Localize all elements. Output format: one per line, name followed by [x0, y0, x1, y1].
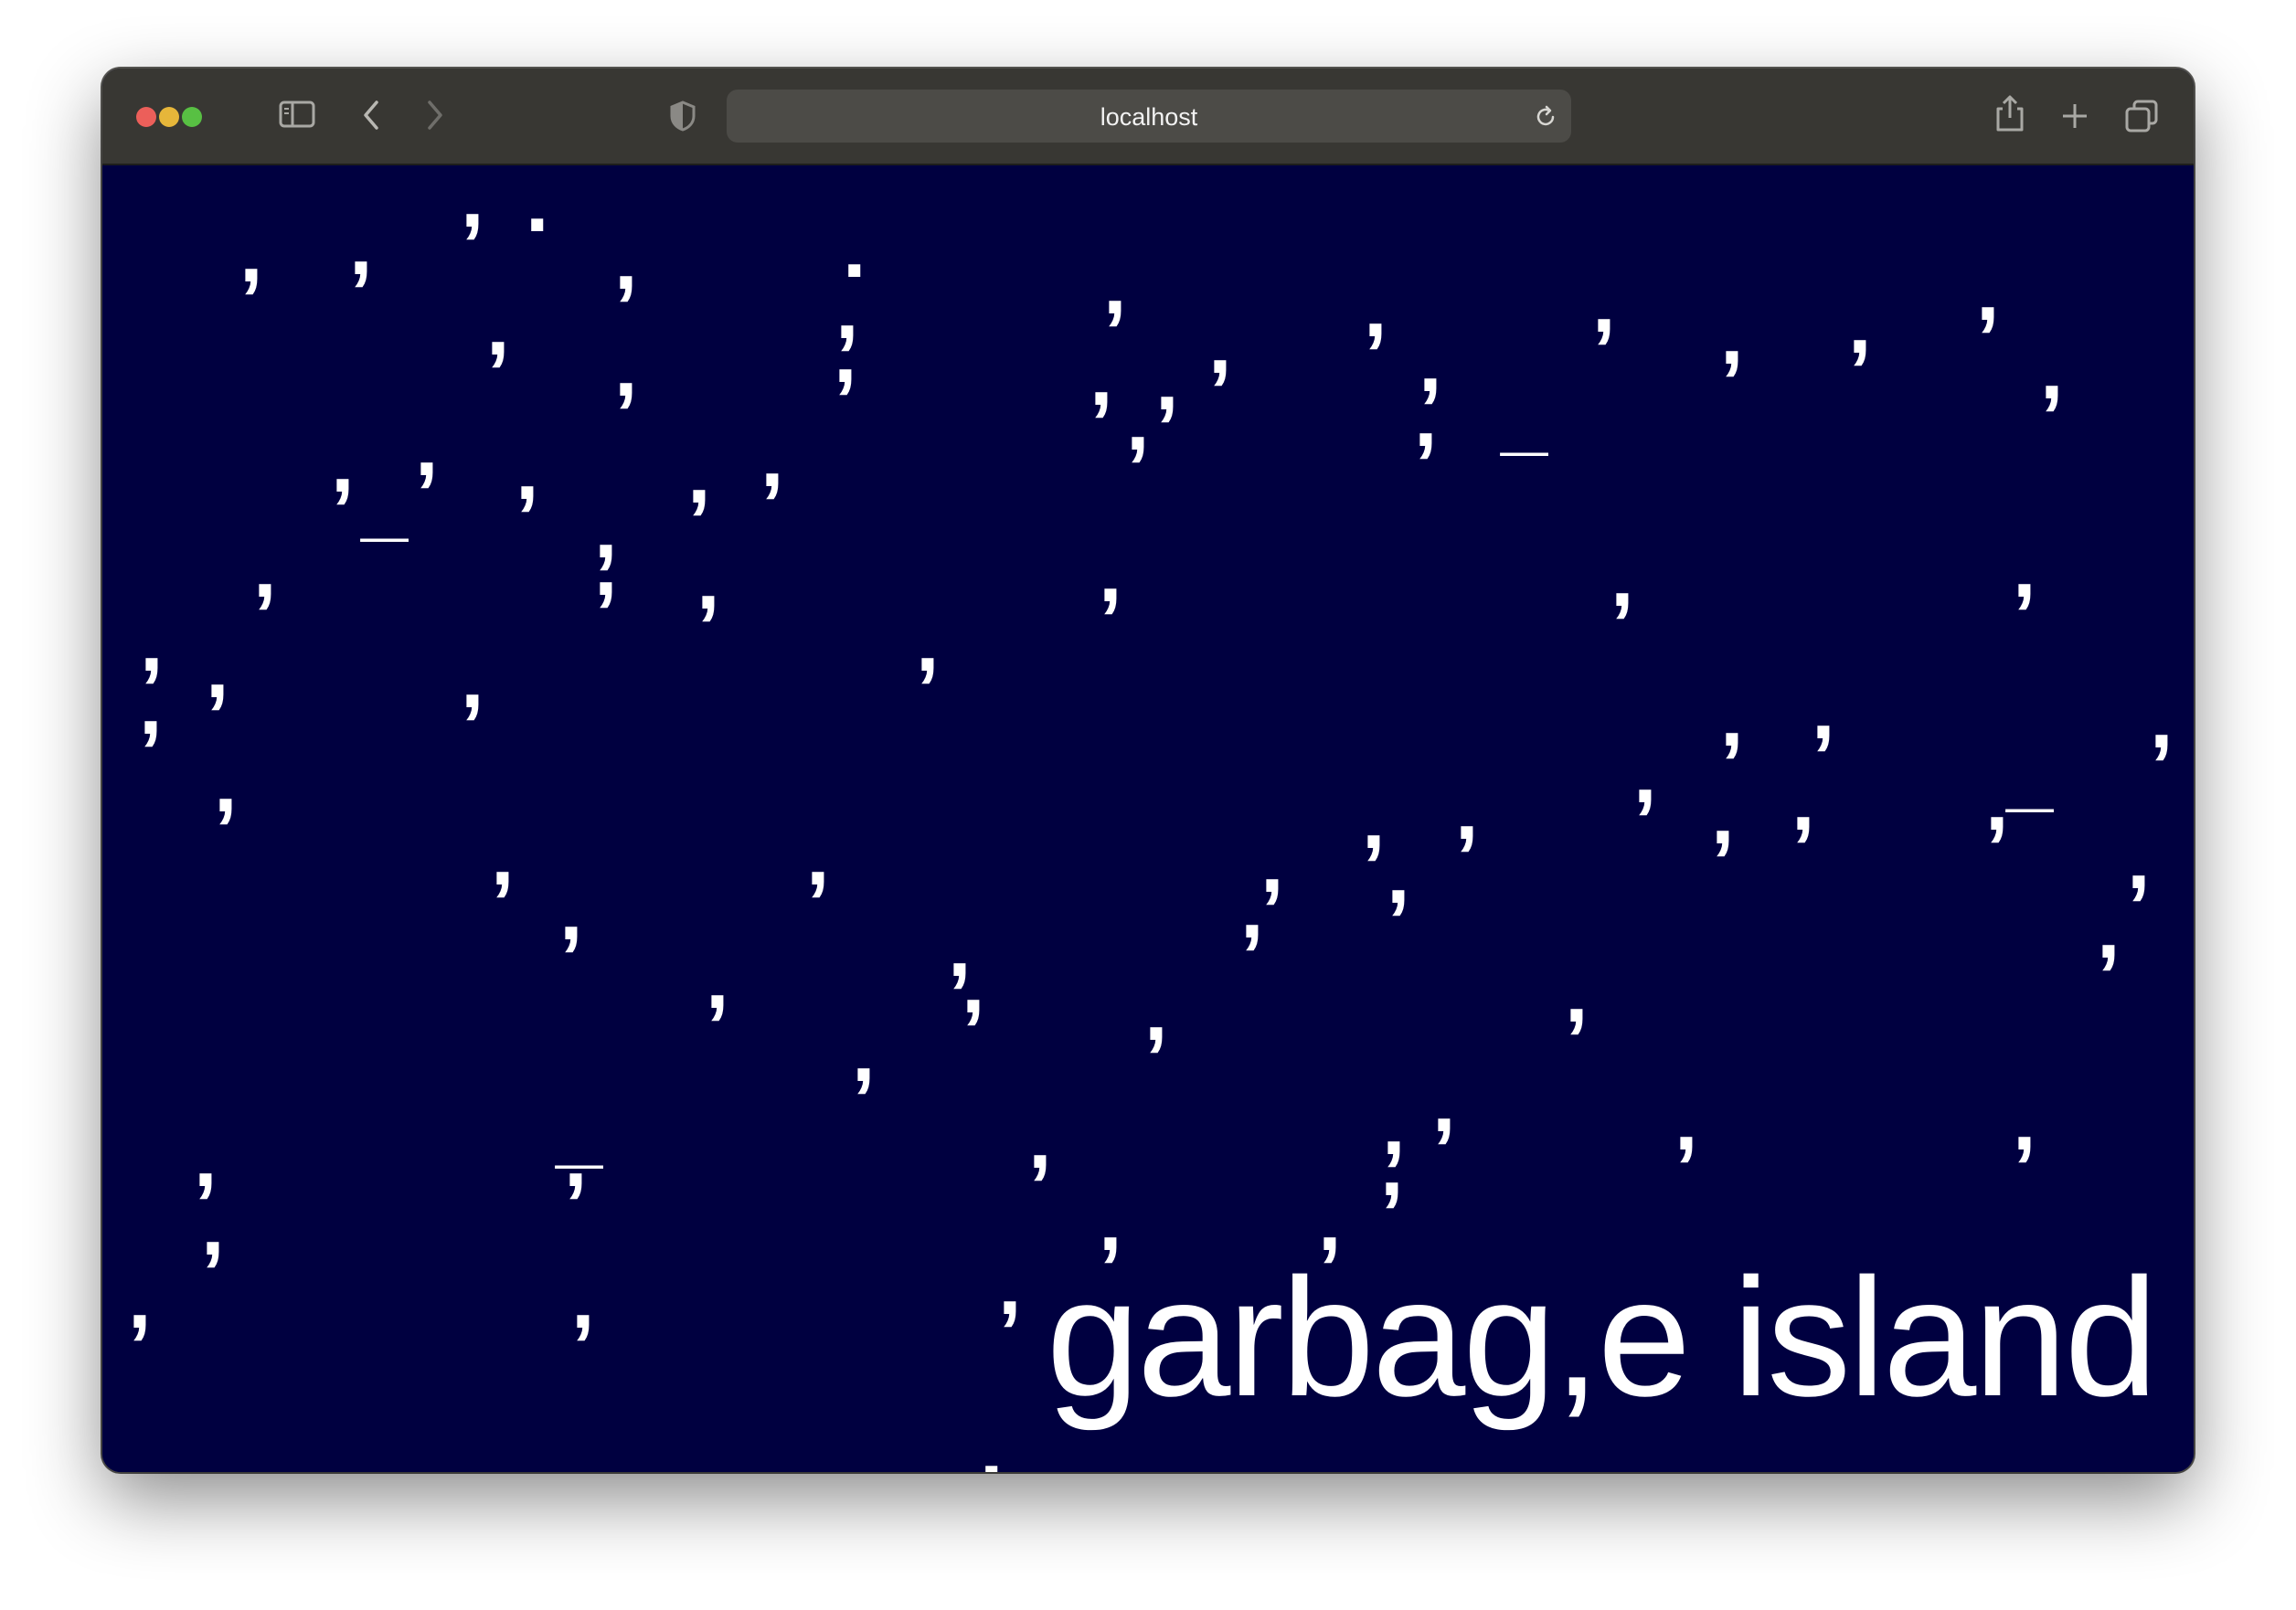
falling-comma: , [1455, 764, 1479, 857]
falling-comma: , [1812, 663, 1835, 757]
falling-comma: , [614, 214, 638, 307]
falling-comma: , [1848, 278, 1872, 371]
falling-comma: , [1364, 261, 1387, 355]
falling-comma: , [916, 596, 940, 689]
falling-comma: , [139, 659, 163, 752]
falling-comma: , [1099, 526, 1122, 620]
plus-icon[interactable] [2061, 102, 2089, 132]
falling-comma: , [1791, 755, 1815, 848]
falling-comma: , [1432, 1056, 1456, 1149]
falling-comma: , [1720, 671, 1744, 764]
address-bar[interactable]: localhost [727, 90, 1571, 143]
sidebar-icon[interactable] [279, 100, 315, 132]
falling-comma: , [1610, 531, 1634, 624]
falling-comma: , [571, 1253, 595, 1346]
falling-comma: , [1126, 375, 1150, 468]
shield-icon[interactable] [669, 100, 696, 135]
falling-comma: , [239, 207, 263, 300]
falling-comma: , [1565, 947, 1589, 1040]
falling-comma: , [1028, 1093, 1052, 1186]
zoom-window-button[interactable] [182, 107, 202, 127]
falling-comma: , [2127, 813, 2151, 906]
falling-period: . [843, 202, 866, 295]
falling-comma: , [1414, 371, 1438, 464]
falling-comma: , [806, 810, 830, 903]
falling-comma: , [706, 933, 729, 1026]
falling-comma: , [214, 736, 238, 830]
falling-comma: , [1380, 1120, 1404, 1213]
share-icon[interactable] [1994, 94, 2025, 135]
falling-comma: , [998, 1239, 1022, 1332]
falling-comma: , [1240, 863, 1264, 956]
falling-comma: , [1720, 289, 1744, 382]
falling-comma: , [491, 810, 515, 903]
falling-comma: , [253, 522, 277, 615]
falling-comma: , [696, 534, 720, 627]
falling-comma: , [128, 1253, 152, 1346]
falling-comma: , [2150, 673, 2174, 766]
falling-comma: , [760, 411, 784, 504]
falling-comma: , [2097, 883, 2121, 976]
chevron-right-icon[interactable] [424, 99, 446, 134]
falling-comma: , [1592, 257, 1616, 350]
falling-comma: , [834, 307, 857, 400]
falling-comma: , [962, 937, 985, 1031]
falling-comma: , [594, 482, 618, 576]
falling-comma: , [331, 417, 355, 510]
close-window-button[interactable] [136, 107, 156, 127]
falling-comma: , [1155, 334, 1179, 428]
falling-underscore: _ [361, 457, 409, 550]
falling-comma: , [486, 280, 510, 373]
falling-comma: , [1674, 1075, 1698, 1168]
falling-comma: , [2013, 1075, 2036, 1168]
falling-underscore: _ [1501, 371, 1548, 464]
falling-comma: , [415, 400, 439, 493]
falling-comma: , [349, 199, 373, 292]
page-canvas: ,,,,,,,,,,,,,,,,,,,,,,,,,,,,,,,,,,,,,,,,… [102, 165, 2194, 1472]
falling-comma: , [687, 428, 711, 521]
falling-comma: , [1103, 238, 1127, 332]
falling-period: . [526, 165, 549, 249]
falling-comma: , [559, 864, 583, 958]
browser-window: localhost ,,,,,,,,,,,,,,,,,,,,,,,,,,,,,,… [102, 69, 2194, 1472]
falling-underscore: _ [2006, 727, 2054, 821]
falling-comma: , [1976, 245, 2000, 338]
falling-comma: , [461, 165, 484, 245]
falling-comma: , [1711, 768, 1735, 862]
falling-comma: , [201, 1180, 225, 1273]
reload-icon[interactable] [1533, 104, 1558, 132]
falling-comma: , [1144, 965, 1168, 1058]
falling-comma: , [1387, 828, 1410, 921]
falling-comma: , [1362, 773, 1386, 866]
falling-comma: , [1208, 298, 1232, 391]
falling-comma: , [2013, 522, 2036, 615]
minimize-window-button[interactable] [159, 107, 179, 127]
falling-comma: , [461, 632, 484, 726]
page-title: garbag,e island [1046, 1243, 2158, 1431]
falling-comma: , [2040, 323, 2064, 417]
browser-toolbar: localhost [102, 69, 2194, 165]
falling-comma: , [1633, 727, 1657, 821]
falling-comma: , [852, 1006, 876, 1099]
falling-comma: , [614, 321, 638, 414]
falling-underscore: _ [556, 1084, 603, 1177]
tab-overview-icon[interactable] [2124, 99, 2159, 136]
url-text: localhost [1100, 103, 1198, 131]
falling-comma: , [206, 622, 229, 715]
chevron-left-icon[interactable] [360, 99, 382, 134]
falling-period: . [980, 1403, 1004, 1472]
falling-comma: , [1090, 330, 1113, 423]
falling-comma: , [1985, 755, 2009, 848]
falling-comma: , [516, 424, 539, 517]
falling-comma: , [1260, 817, 1284, 910]
